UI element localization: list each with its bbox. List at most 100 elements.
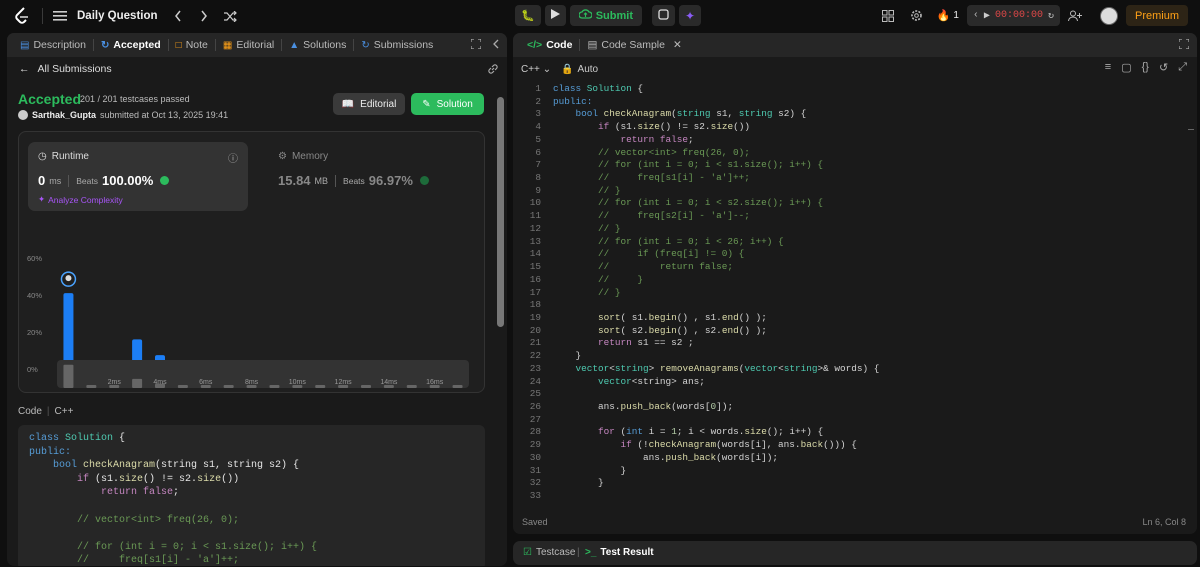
line-number: 3	[535, 108, 541, 120]
play-icon[interactable]: ▶	[984, 10, 990, 22]
tab-accepted[interactable]: ↻ Accepted	[94, 39, 168, 51]
all-submissions-label: All Submissions	[37, 63, 112, 75]
tab-editorial[interactable]: ▦ Editorial	[216, 39, 281, 51]
line-number: 2	[535, 95, 541, 107]
chevron-right-icon[interactable]	[200, 10, 208, 22]
code-editor[interactable]: 1 class Solution {2 public: 3 bool checkAna…	[513, 83, 1197, 508]
tab-testcase[interactable]: ☑ Testcase	[523, 547, 575, 558]
add-user-icon[interactable]	[1067, 10, 1082, 22]
run-button[interactable]	[544, 5, 566, 26]
close-icon[interactable]: ✕	[673, 39, 682, 51]
all-submissions-link[interactable]: ← All Submissions	[19, 63, 112, 75]
tab-note[interactable]: □ Note	[169, 39, 215, 51]
collapse-left-icon[interactable]	[493, 39, 499, 52]
debug-button[interactable]: 🐛	[515, 5, 541, 26]
code-line: if (!checkAnagram(words[i], ans.back()))…	[553, 439, 857, 452]
line-number: 4	[535, 121, 541, 133]
code-token: ;	[173, 487, 180, 499]
y-tick-label: 60%	[27, 254, 42, 263]
tab-code-sample[interactable]: ▤ Code Sample ✕	[580, 39, 688, 51]
submitted-code[interactable]: class Solution {public: bool checkAnagra…	[18, 425, 485, 566]
solution-button[interactable]: ✎ Solution	[411, 93, 484, 115]
user-avatar[interactable]	[1099, 6, 1118, 25]
bookmark-icon[interactable]: ▢	[1121, 61, 1131, 74]
code-token: // }	[553, 184, 621, 196]
file-code-icon: ▤	[587, 39, 598, 51]
tab-submissions[interactable]: ↻ Submissions	[354, 39, 440, 51]
scrollbar[interactable]	[497, 97, 504, 327]
code-line: // for (int i = 0; i < s1.size(); i++) {	[553, 159, 823, 172]
user-avatar[interactable]	[18, 110, 28, 120]
runtime-distribution-chart[interactable]: 0%20%40%60%2ms4ms6ms8ms10ms12ms14ms16ms2…	[19, 132, 486, 394]
avatar-head	[65, 275, 72, 282]
line-number: 19	[529, 311, 541, 323]
code-token: // return false;	[553, 261, 734, 273]
code-token: size	[637, 121, 660, 133]
code-token: >	[648, 362, 660, 374]
language-label: C++	[521, 63, 540, 75]
code-token: (!	[637, 439, 649, 451]
editorial-button[interactable]: 📖 Editorial	[333, 93, 405, 115]
testcases-passed: 201 / 201 testcases passed	[80, 94, 190, 104]
chevron-left-icon[interactable]	[174, 10, 182, 22]
chart-bar[interactable]	[63, 293, 74, 369]
overview-bar	[132, 378, 143, 388]
code-token: Solution	[586, 83, 632, 94]
premium-button[interactable]: Premium	[1125, 5, 1188, 26]
tab-solutions[interactable]: ▲ Solutions	[282, 39, 353, 51]
reset-icon[interactable]: ↻	[1048, 10, 1054, 22]
streak-counter[interactable]: 🔥 1	[937, 9, 959, 22]
submit-button[interactable]: Submit	[569, 5, 642, 26]
code-token: checkAnagram	[603, 108, 672, 120]
code-line: // for (int i = 0; i < s1.size(); i++) {	[29, 541, 474, 555]
timer[interactable]: ‹ ▶ 00:00:00 ↻	[966, 5, 1060, 26]
code-token: {	[113, 433, 126, 444]
arrow-left-icon: ←	[19, 63, 30, 75]
code-token: ]);	[716, 401, 734, 412]
format-icon[interactable]: ≡	[1105, 61, 1111, 74]
share-link-icon[interactable]	[487, 63, 499, 78]
tab-label: Note	[185, 39, 208, 51]
left-tabs: ▤ Description ↻ Accepted □ Note ▦ Editorial …	[7, 33, 507, 57]
code-token: // for (int i = 0; i < 26; i++) {	[553, 235, 784, 247]
fullscreen-icon[interactable]: ⤢	[1178, 61, 1187, 74]
code-token: end	[721, 324, 739, 336]
tab-description[interactable]: ▤ Description	[13, 39, 93, 51]
problem-list-icon[interactable]	[53, 10, 67, 22]
code-token: (s1.	[614, 121, 638, 133]
line-number: 8	[535, 172, 541, 184]
editor-scrollbar[interactable]	[1188, 81, 1194, 501]
shuffle-icon[interactable]	[223, 10, 237, 22]
tab-code[interactable]: </> Code	[520, 39, 579, 51]
code-line: if (s1.size() != s2.size())	[29, 473, 474, 487]
code-token: return	[553, 337, 638, 349]
ai-assistant-button[interactable]: ✦	[678, 5, 702, 26]
notes-button[interactable]	[651, 5, 675, 26]
cursor-position: Ln 6, Col 8	[1142, 517, 1186, 527]
leetcode-logo-icon[interactable]	[12, 6, 32, 26]
maximize-icon[interactable]	[470, 38, 482, 52]
reset-icon[interactable]: ↺	[1159, 61, 1168, 74]
mode-select[interactable]: 🔒 Auto	[561, 64, 598, 75]
code-line: for (int i = 1; i < words.size(); i++) {	[553, 426, 823, 439]
chevron-left-icon[interactable]: ‹	[973, 10, 979, 21]
page-title[interactable]: Daily Question	[77, 10, 158, 22]
lock-icon: 🔒	[561, 63, 574, 75]
line-number: 29	[529, 439, 541, 451]
language-select[interactable]: C++ ⌄	[521, 64, 551, 75]
tab-label: Solutions	[303, 39, 347, 51]
code-token: ;	[688, 133, 694, 145]
tab-test-result[interactable]: >_ Test Result	[585, 547, 654, 558]
console-panel: ☑ Testcase | >_ Test Result	[513, 541, 1197, 565]
code-token: ())) {	[823, 439, 857, 451]
layout-icon[interactable]	[881, 9, 894, 22]
code-token: bool	[553, 108, 604, 120]
code-token: // vector<int> freq(26, 0);	[29, 514, 240, 526]
maximize-icon[interactable]	[1178, 38, 1190, 52]
code-token: }	[553, 464, 627, 476]
code-token: ())	[221, 473, 240, 485]
settings-gear-icon[interactable]	[910, 9, 923, 22]
braces-icon[interactable]: {}	[1142, 61, 1149, 74]
username[interactable]: Sarthak_Gupta	[32, 110, 96, 120]
cloud-upload-icon	[578, 9, 593, 22]
